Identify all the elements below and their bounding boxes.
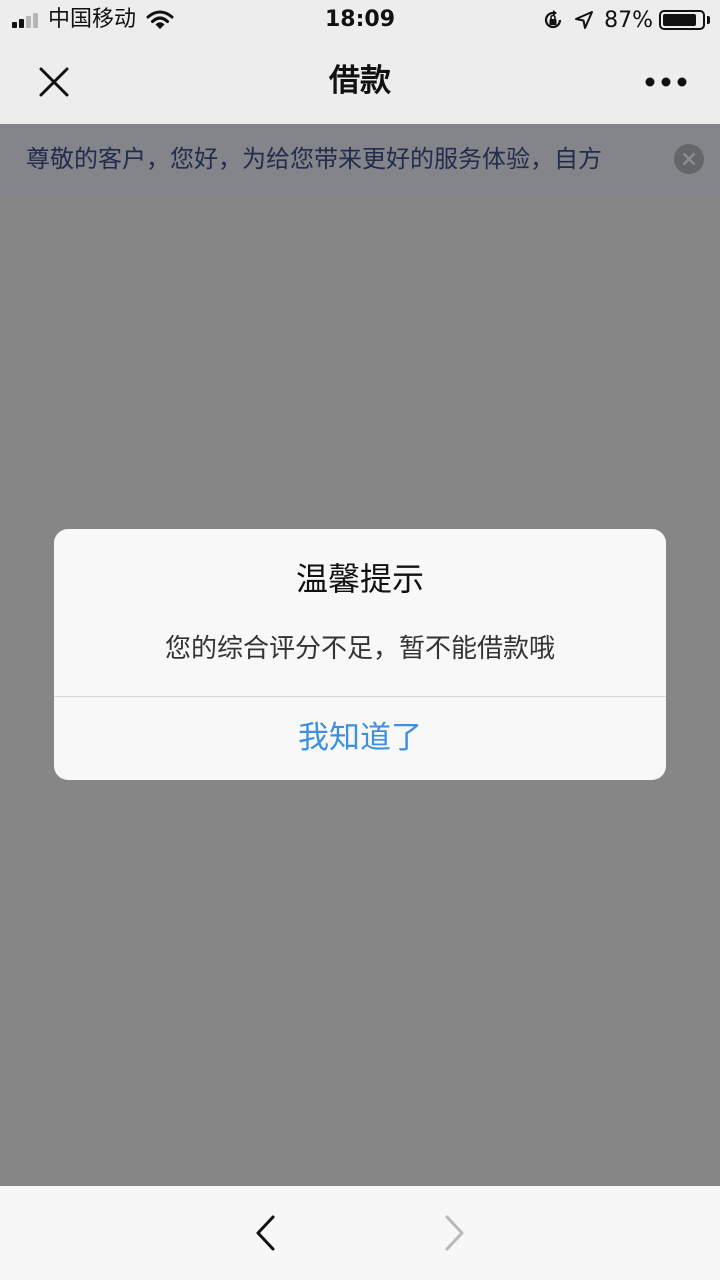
rotation-lock-icon <box>545 10 562 29</box>
page-title: 借款 <box>329 63 391 99</box>
forward-button[interactable] <box>430 1206 480 1260</box>
dialog-title: 温馨提示 <box>295 560 424 598</box>
more-button[interactable] <box>636 54 696 110</box>
more-dots-icon <box>645 77 687 87</box>
alert-dialog: 温馨提示 您的综合评分不足，暂不能借款哦 我知道了 <box>54 529 666 780</box>
location-arrow-icon <box>575 11 594 29</box>
status-right: 87% <box>542 0 710 40</box>
status-bar: 中国移动 18:09 87% <box>0 0 720 40</box>
confirm-button[interactable]: 我知道了 <box>54 697 666 780</box>
battery-icon <box>659 10 705 30</box>
battery-cap <box>707 16 710 24</box>
bottom-toolbar <box>0 1186 720 1280</box>
back-button[interactable] <box>240 1206 290 1260</box>
dialog-message: 您的综合评分不足，暂不能借款哦 <box>164 634 555 664</box>
chevron-right-icon <box>445 1215 464 1251</box>
chevron-left-icon <box>256 1215 275 1251</box>
battery-percent: 87% <box>604 7 653 33</box>
nav-bar: 借款 <box>0 40 720 124</box>
battery-fill <box>663 14 696 26</box>
